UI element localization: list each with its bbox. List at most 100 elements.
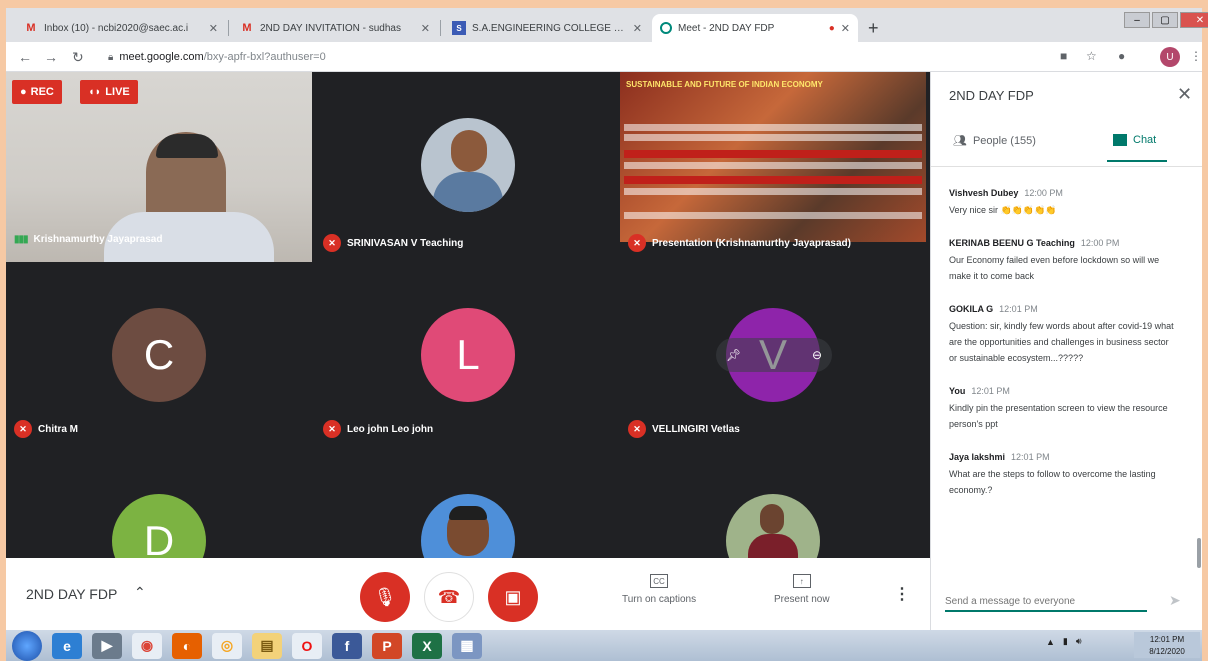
- tray-arrow-icon[interactable]: ▲: [1046, 637, 1055, 647]
- live-stream-icon: ◖◗: [88, 86, 102, 98]
- participant-grid: ▮▮▮ Krishnamurthy Jayaprasad ● REC ◖◗ LI…: [6, 72, 930, 558]
- chat-icon: [1113, 134, 1127, 146]
- profile-avatar[interactable]: U: [1160, 47, 1180, 67]
- pin-icon[interactable]: 📌︎: [726, 348, 741, 362]
- taskbar-clock[interactable]: 12:01 PM 8/12/2020: [1134, 632, 1200, 658]
- active-tab-indicator: [1107, 160, 1167, 162]
- hang-up-icon: ☎︎: [437, 586, 461, 607]
- participant-tile[interactable]: V 📌︎ ⊖ ✕ VELLINGIRI Vetlas: [620, 268, 926, 458]
- tab-invitation[interactable]: M 2ND DAY INVITATION - sudhas ✕: [232, 14, 438, 42]
- chevron-up-icon[interactable]: ⌃: [134, 584, 146, 601]
- leave-call-button[interactable]: ☎︎: [424, 572, 474, 622]
- back-arrow-icon[interactable]: ←: [18, 49, 32, 65]
- chat-message: Vishvesh Dubey 12:00 PM Very nice sir 👏👏👏…: [949, 188, 1179, 218]
- slide-line: [624, 162, 922, 169]
- slide-highlight: [624, 150, 922, 158]
- maximize-button[interactable]: ▢: [1152, 12, 1178, 28]
- participant-photo: [726, 494, 820, 558]
- tab-inbox[interactable]: M Inbox (10) - ncbi2020@saec.ac.i ✕: [16, 14, 226, 42]
- chat-message-input[interactable]: [945, 592, 1147, 612]
- new-tab-button[interactable]: +: [868, 18, 879, 39]
- meeting-controls-bar: 2ND DAY FDP ⌃ 🎙︎ ☎︎ ▣ CC Turn on caption…: [6, 558, 930, 630]
- participant-photo: [421, 494, 515, 558]
- toggle-camera-button[interactable]: ▣: [488, 572, 538, 622]
- message-text: Very nice sir 👏👏👏👏👏: [949, 205, 1057, 215]
- photo-head: [760, 504, 784, 534]
- window-close-button[interactable]: ✕: [1180, 12, 1208, 28]
- participant-tile[interactable]: C ✕ Chitra M: [6, 268, 312, 458]
- photo-shirt: [748, 534, 798, 558]
- windows-taskbar: e ▶ ◉ ◐ ◎ ▤ O f P X ▦ ▲ ▮ 🔊︎ 12:01 PM 8/…: [6, 630, 1202, 661]
- close-icon[interactable]: ✕: [1177, 84, 1192, 105]
- participant-tile[interactable]: ✕ SRINIVASAN V Teaching: [315, 72, 621, 262]
- close-icon[interactable]: ✕: [841, 22, 850, 35]
- chat-panel: 2ND DAY FDP ✕ 👥︎ People (155) Chat Vishv…: [930, 72, 1202, 630]
- captions-icon: CC: [650, 574, 669, 588]
- send-icon[interactable]: ➤: [1169, 592, 1181, 609]
- tab-college[interactable]: S S.A.ENGINEERING COLLEGE - Co ✕: [444, 14, 650, 42]
- tab-title: 2ND DAY INVITATION - sudhas: [260, 22, 401, 34]
- captions-button[interactable]: CC Turn on captions: [622, 574, 696, 605]
- tab-people[interactable]: 👥︎ People (155): [953, 134, 1036, 148]
- extension-icon[interactable]: ●: [1118, 49, 1125, 63]
- address-bar-row: ← → ↻ 🔒︎ meet.google.com /bxy-apfr-bxl?a…: [6, 42, 1202, 72]
- more-options-icon[interactable]: ⋮: [894, 584, 910, 604]
- tab-divider: [228, 20, 229, 36]
- toggle-mic-button[interactable]: 🎙︎: [360, 572, 410, 622]
- close-icon[interactable]: ✕: [209, 22, 218, 35]
- tab-title: Inbox (10) - ncbi2020@saec.ac.i: [44, 22, 189, 34]
- forward-arrow-icon[interactable]: →: [44, 49, 58, 65]
- participant-tile[interactable]: [620, 448, 926, 558]
- message-header: Vishvesh Dubey 12:00 PM: [949, 188, 1063, 198]
- tab-title: S.A.ENGINEERING COLLEGE - Co: [472, 22, 627, 34]
- participant-name: ✕ Chitra M: [14, 420, 78, 438]
- camera-indicator-icon[interactable]: ■: [1060, 49, 1067, 63]
- excel-icon[interactable]: X: [412, 632, 442, 659]
- network-icon[interactable]: ▮: [1063, 636, 1068, 647]
- media-player-icon[interactable]: ▶: [92, 632, 122, 659]
- bookmark-star-icon[interactable]: ☆: [1086, 49, 1097, 63]
- present-now-button[interactable]: ↑ Present now: [774, 574, 830, 605]
- chrome-icon[interactable]: ◉: [132, 632, 162, 659]
- present-screen-icon: ↑: [792, 574, 811, 588]
- app-icon[interactable]: ◎: [212, 632, 242, 659]
- mic-off-icon: ✕: [628, 234, 646, 252]
- participant-tile[interactable]: [315, 448, 621, 558]
- reload-icon[interactable]: ↻: [72, 49, 84, 66]
- participant-tile[interactable]: L ✕ Leo john Leo john: [315, 268, 621, 458]
- chat-message-list: Vishvesh Dubey 12:00 PM Very nice sir 👏👏👏…: [949, 188, 1179, 518]
- slide-highlight: [624, 176, 922, 184]
- remove-icon[interactable]: ⊖: [812, 348, 822, 362]
- message-header: KERINAB BEENU G Teaching 12:00 PM: [949, 238, 1120, 248]
- photo-shirt: [433, 172, 503, 212]
- mic-off-icon: ✕: [628, 420, 646, 438]
- opera-icon[interactable]: O: [292, 632, 322, 659]
- tab-meet[interactable]: Meet - 2ND DAY FDP ● ✕: [652, 14, 858, 42]
- meeting-details-button[interactable]: 2ND DAY FDP: [26, 586, 117, 602]
- start-button[interactable]: [12, 630, 42, 661]
- participant-tile[interactable]: D: [6, 448, 312, 558]
- close-icon[interactable]: ✕: [633, 22, 642, 35]
- mic-off-icon: 🎙︎: [373, 586, 397, 607]
- folder-icon[interactable]: ▤: [252, 632, 282, 659]
- minimize-button[interactable]: –: [1124, 12, 1150, 28]
- volume-icon[interactable]: 🔊︎: [1076, 636, 1082, 647]
- chat-message: KERINAB BEENU G Teaching 12:00 PM Our Eco…: [949, 238, 1179, 284]
- scrollbar-thumb[interactable]: [1197, 538, 1201, 568]
- participant-name: ✕ SRINIVASAN V Teaching: [323, 234, 463, 252]
- close-icon[interactable]: ✕: [421, 22, 430, 35]
- browser-menu-icon[interactable]: ⋮: [1190, 49, 1202, 63]
- message-text: Question: sir, kindly few words about af…: [949, 321, 1174, 363]
- app-window-icon[interactable]: ▦: [452, 632, 482, 659]
- tab-chat[interactable]: Chat: [1113, 134, 1156, 146]
- powerpoint-icon[interactable]: P: [372, 632, 402, 659]
- facebook-icon[interactable]: f: [332, 632, 362, 659]
- message-text: Kindly pin the presentation screen to vi…: [949, 403, 1168, 429]
- slide-line: [624, 124, 922, 131]
- slide-line: [624, 188, 922, 195]
- firefox-icon[interactable]: ◐: [172, 632, 202, 659]
- ie-icon[interactable]: e: [52, 632, 82, 659]
- presentation-tile[interactable]: SUSTAINABLE AND FUTURE OF INDIAN ECONOMY…: [620, 72, 926, 262]
- mic-off-icon: ✕: [323, 420, 341, 438]
- url-field[interactable]: 🔒︎ meet.google.com /bxy-apfr-bxl?authuse…: [108, 47, 1138, 67]
